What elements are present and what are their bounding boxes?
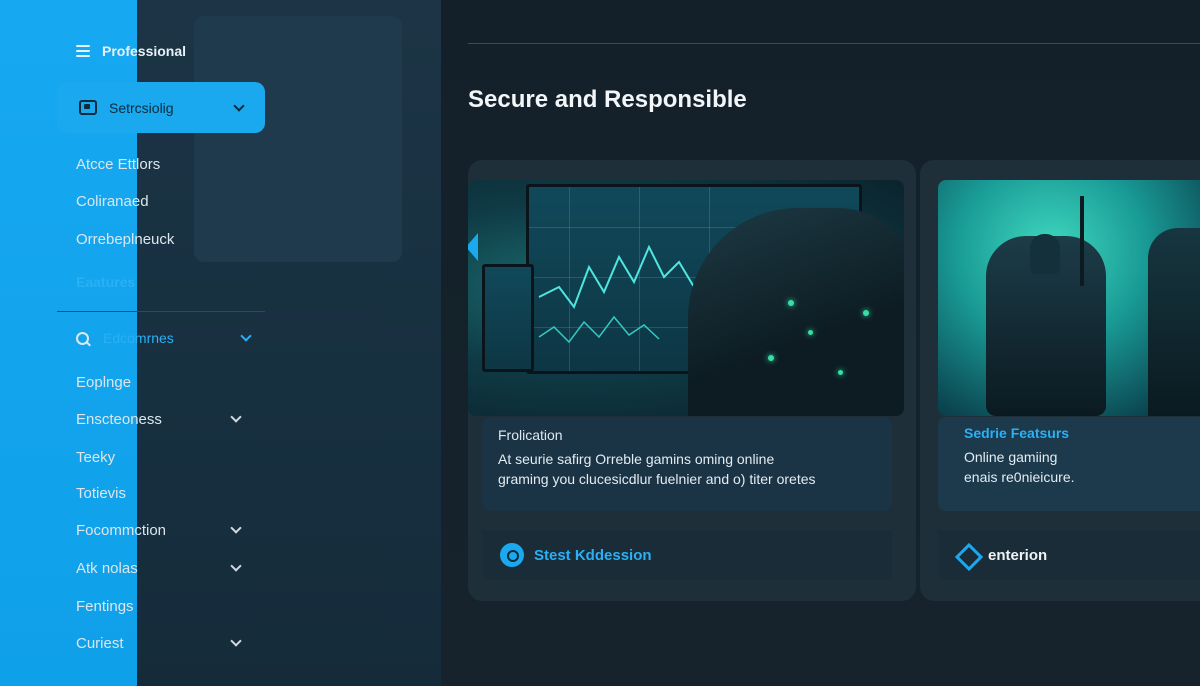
sidebar-item-label: Curiest (76, 634, 124, 652)
sidebar-item-active-label: Setrcsiolig (109, 99, 174, 116)
armored-figure-illustration (688, 208, 904, 416)
sidebar-subitem[interactable]: Orrebeplneuck (76, 231, 174, 248)
sidebar-header-label: Professional (102, 43, 187, 59)
card-caption: Sedrie Featsurs Online gamiing enais re0… (938, 417, 1200, 511)
card-caption-line: At seurie safirg Orreble gamins oming on… (498, 451, 775, 467)
sidebar-item-label: Focommction (76, 521, 167, 539)
sidebar-section-label[interactable]: Eaatures (76, 274, 135, 290)
card-caption-line: enais re0nieicure. (964, 469, 1075, 485)
sidebar-search[interactable]: Edcomrnes (76, 328, 252, 348)
monitor-icon (79, 100, 97, 115)
badge-icon (500, 543, 524, 567)
chevron-down-icon[interactable] (240, 330, 252, 342)
sidebar-item-label: Eoplnge (76, 373, 132, 391)
sidebar-item[interactable]: Totievis (76, 483, 240, 503)
sidebar-item[interactable]: Teeky (76, 447, 240, 467)
chevron-down-icon[interactable] (230, 411, 242, 423)
sidebar-item-active[interactable]: Setrcsiolig (57, 82, 265, 133)
feature-card[interactable]: Sedrie Featsurs Online gamiing enais re0… (920, 160, 1200, 601)
chevron-down-icon (233, 99, 245, 112)
sidebar-search-label: Edcomrnes (103, 330, 174, 346)
card-image (468, 180, 904, 416)
sidebar-item[interactable]: Enscteoness (76, 409, 242, 429)
card-footer-link[interactable]: enterion (938, 530, 1200, 580)
sidebar-subitem[interactable]: Atcce Ettlors (76, 156, 160, 173)
sidebar-subitem[interactable]: Coliranaed (76, 193, 149, 210)
side-monitor-illustration (482, 264, 534, 372)
sidebar-item[interactable]: Fentings (76, 596, 240, 616)
header-divider (468, 43, 1200, 44)
sidebar-item-label: Enscteoness (76, 410, 162, 428)
chevron-down-icon[interactable] (230, 635, 242, 647)
card-footer-link[interactable]: Stest Kddession (482, 530, 892, 580)
card-image (938, 180, 1200, 416)
diamond-logo-icon (956, 544, 978, 566)
page-title: Secure and Responsible (468, 86, 747, 113)
card-footer-label: Stest Kddession (534, 546, 652, 564)
search-icon (76, 331, 89, 345)
sidebar-panel (194, 16, 402, 262)
sidebar-item[interactable]: Eoplnge (76, 372, 240, 392)
chevron-down-icon[interactable] (230, 522, 242, 534)
sidebar-item-label: Atk nolas (76, 559, 138, 577)
card-caption: Frolication At seurie safirg Orreble gam… (482, 417, 892, 511)
sidebar-item-label: Teeky (76, 448, 116, 466)
card-footer-label: enterion (988, 546, 1048, 564)
sidebar-item[interactable]: Focommction (76, 520, 242, 540)
sidebar-item-label: Totievis (76, 484, 127, 502)
sidebar-item[interactable]: Atk nolas (76, 558, 242, 578)
chevron-down-icon[interactable] (230, 560, 242, 572)
hamburger-icon[interactable] (76, 45, 90, 57)
card-caption-title: Frolication (498, 427, 563, 443)
card-caption-line: Online gamiing (964, 449, 1058, 465)
feature-card[interactable]: Frolication At seurie safirg Orreble gam… (468, 160, 916, 601)
card-caption-title: Sedrie Featsurs (964, 425, 1070, 441)
sidebar-item[interactable]: Curiest (76, 633, 242, 653)
sidebar-divider (57, 311, 265, 312)
sidebar-header[interactable]: Professional (76, 40, 186, 62)
armored-figure-illustration (1148, 228, 1200, 416)
sidebar-item-label: Fentings (76, 597, 134, 615)
card-caption-line: graming you clucesicdlur fuelnier and o)… (498, 471, 816, 487)
